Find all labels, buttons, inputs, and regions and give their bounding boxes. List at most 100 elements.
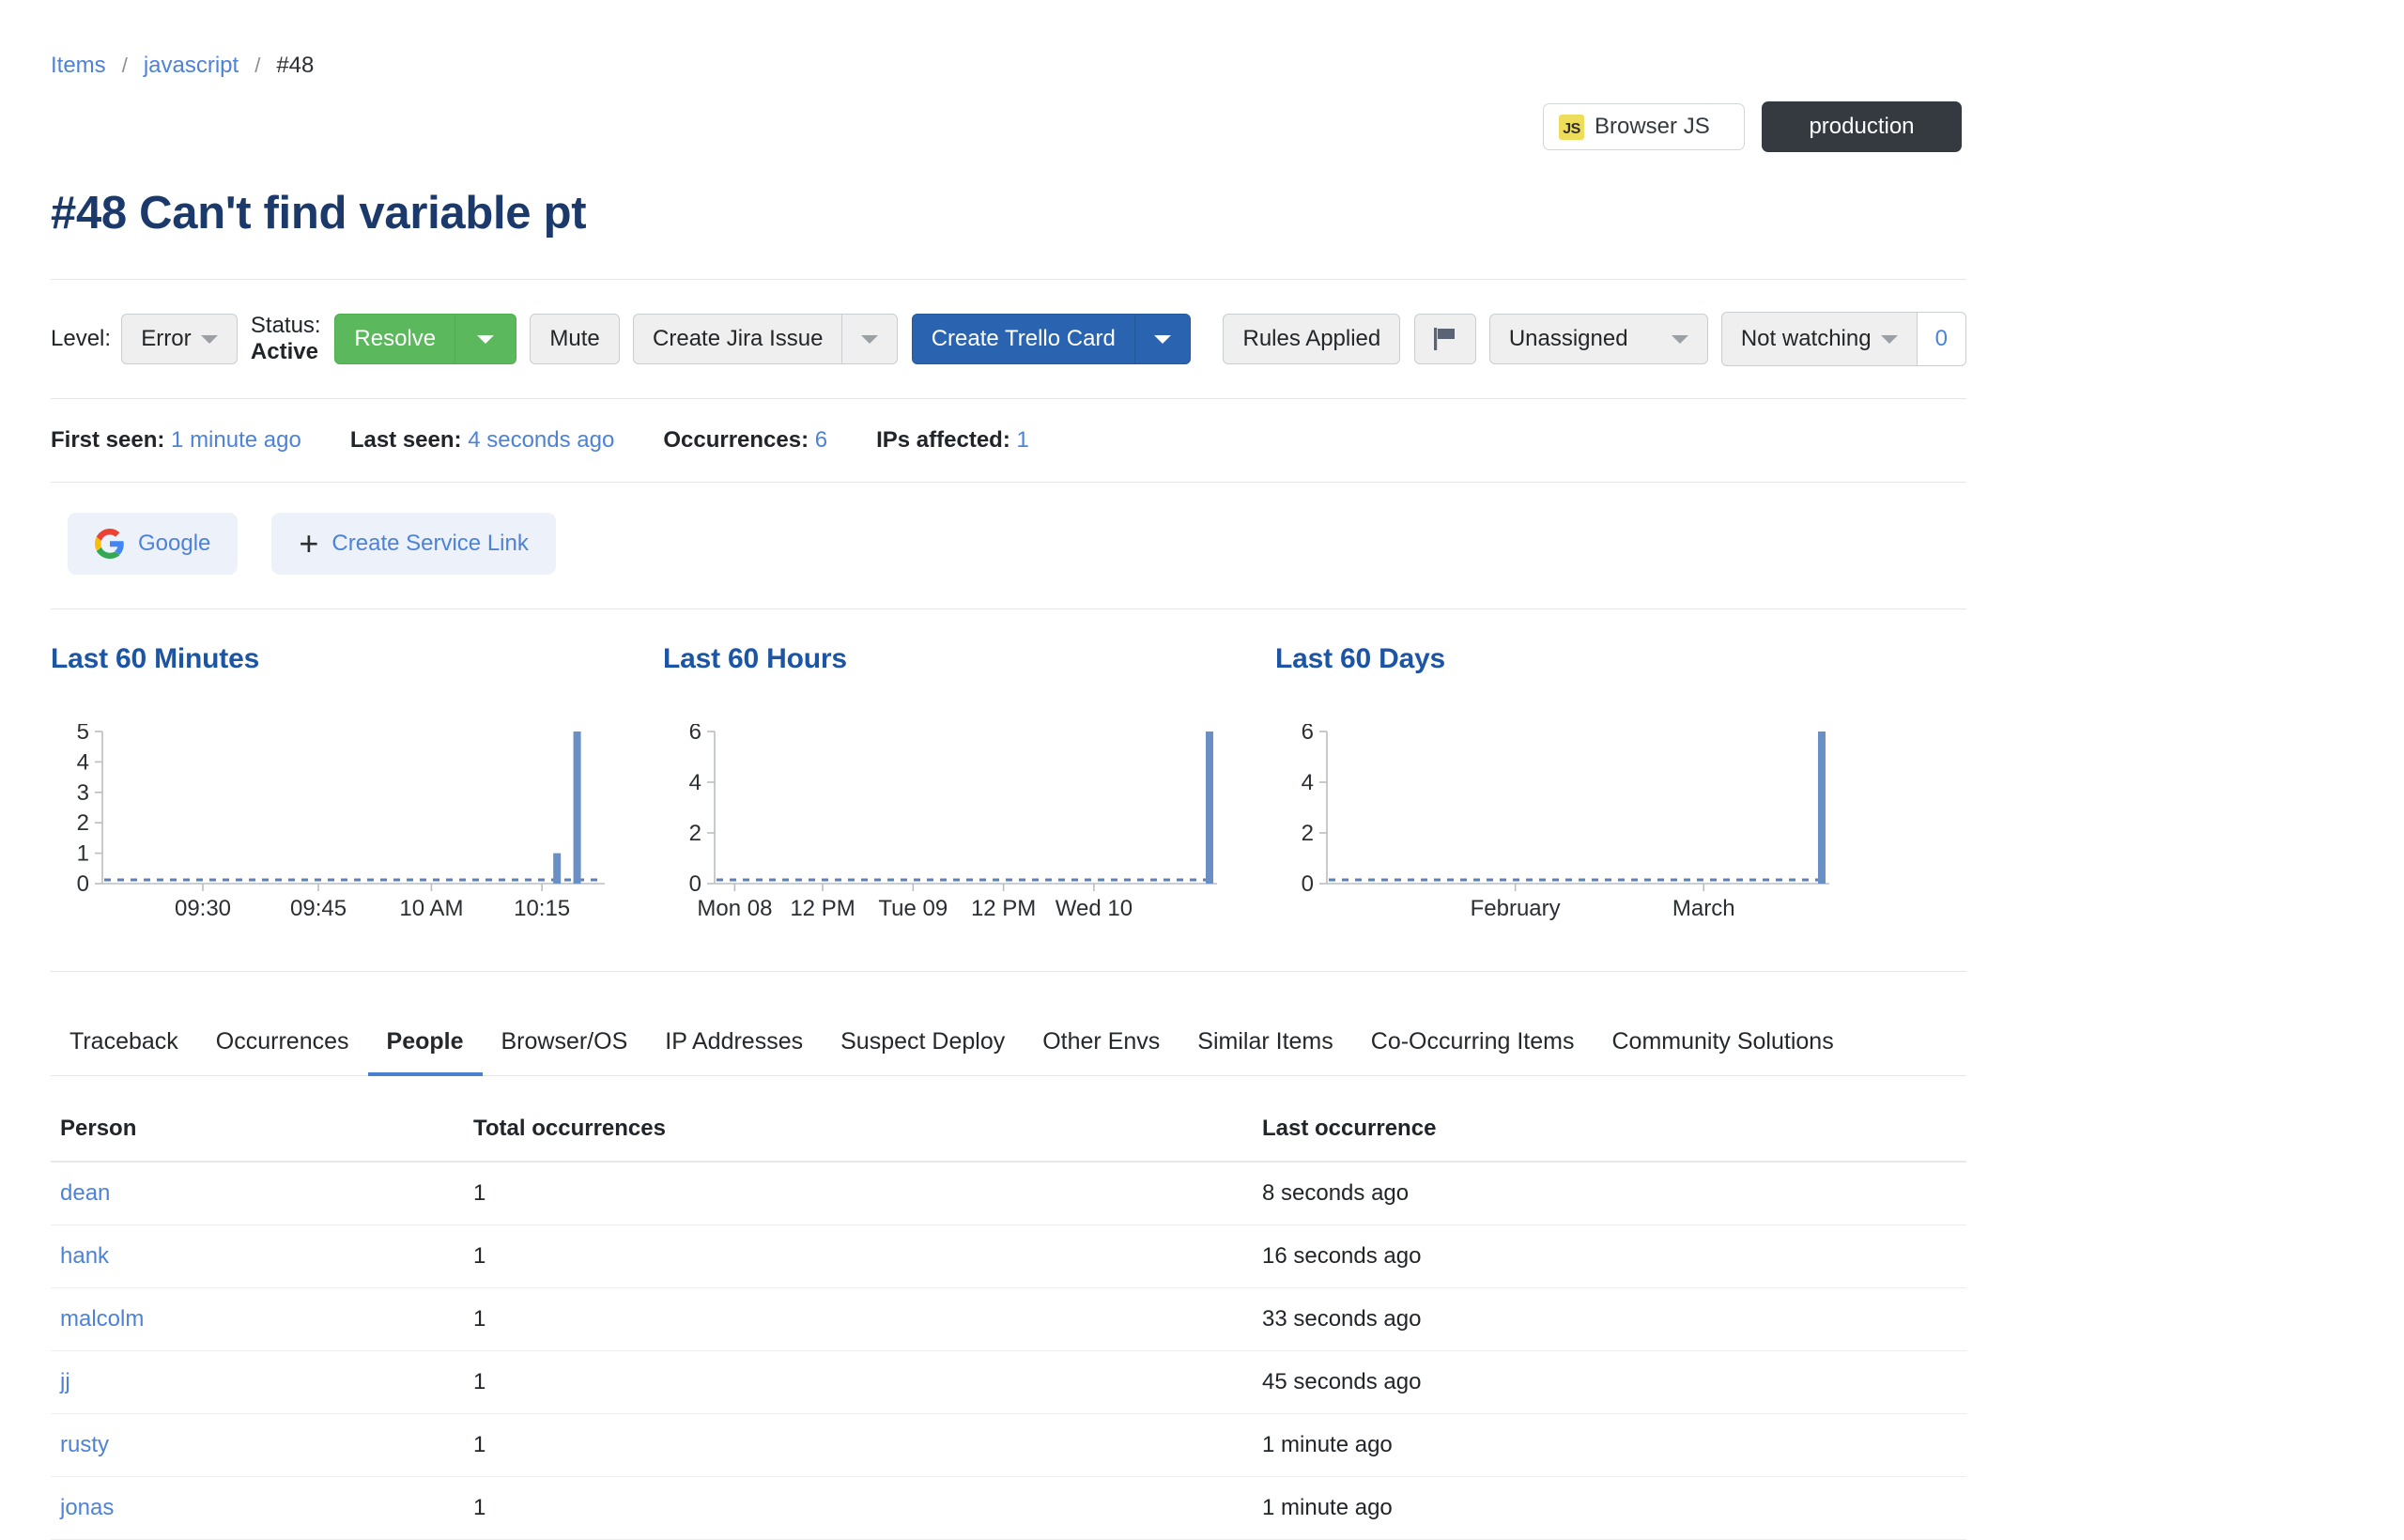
watcher-count[interactable]: 0: [1917, 312, 1966, 366]
person-link[interactable]: hank: [60, 1243, 109, 1269]
mute-button[interactable]: Mute: [530, 314, 620, 364]
level-select[interactable]: Error: [121, 314, 238, 364]
cell-last-occurrence: 8 seconds ago: [1253, 1162, 1966, 1225]
create-trello-card-button[interactable]: Create Trello Card: [911, 314, 1135, 364]
svg-text:09:45: 09:45: [290, 896, 347, 921]
platform-badge[interactable]: JS Browser JS: [1543, 103, 1745, 150]
cell-total-occurrences: 1: [464, 1224, 1253, 1288]
chart-title: Last 60 Days: [1275, 643, 1446, 674]
breadcrumb-separator: /: [121, 54, 128, 77]
chart-canvas[interactable]: 0 2 4 6 February March: [1275, 719, 1839, 931]
tab-other-envs[interactable]: Other Envs: [1024, 1015, 1179, 1076]
javascript-icon: JS: [1559, 114, 1584, 140]
svg-text:0: 0: [77, 871, 89, 897]
svg-text:2: 2: [77, 810, 89, 836]
resolve-button[interactable]: Resolve: [334, 314, 456, 364]
breadcrumb-item-project[interactable]: javascript: [144, 54, 239, 77]
chevron-down-icon: [1153, 334, 1171, 344]
rules-applied-button[interactable]: Rules Applied: [1223, 314, 1401, 364]
person-link[interactable]: malcolm: [60, 1306, 144, 1332]
breadcrumb-item-items[interactable]: Items: [51, 54, 106, 77]
trello-dropdown-toggle[interactable]: [1133, 314, 1191, 364]
tab-ip-addresses[interactable]: IP Addresses: [646, 1015, 822, 1076]
chart-canvas[interactable]: 0 1 2 3 4 5 09:30 09:45 10 AM 10:15: [51, 719, 614, 931]
svg-text:4: 4: [689, 770, 701, 795]
flag-button[interactable]: [1413, 314, 1476, 364]
svg-text:5: 5: [77, 724, 89, 745]
status-label: Status: Active: [251, 313, 324, 365]
person-link[interactable]: rusty: [60, 1432, 109, 1457]
create-jira-issue-button[interactable]: Create Jira Issue: [633, 314, 843, 364]
create-service-link-button[interactable]: + Create Service Link: [271, 513, 556, 575]
table-row: rusty 1 1 minute ago: [51, 1413, 1966, 1477]
ips-affected: IPs affected: 1: [876, 427, 1029, 454]
occurrences-value[interactable]: 6: [815, 427, 827, 453]
cell-last-occurrence: 1 minute ago: [1253, 1476, 1966, 1540]
tab-browser-os[interactable]: Browser/OS: [483, 1015, 647, 1076]
level-label: Level:: [51, 326, 112, 351]
badge-row: JS Browser JS production: [51, 101, 1966, 152]
tab-co-occurring-items[interactable]: Co-Occurring Items: [1352, 1015, 1594, 1076]
resolve-dropdown-toggle[interactable]: [455, 314, 517, 364]
flag-icon: [1433, 328, 1455, 350]
tab-traceback[interactable]: Traceback: [51, 1015, 197, 1076]
person-link[interactable]: dean: [60, 1180, 110, 1206]
last-seen: Last seen: 4 seconds ago: [350, 427, 615, 454]
breadcrumb-separator: /: [254, 54, 261, 77]
chevron-down-icon: [1671, 334, 1688, 344]
chart-canvas[interactable]: 0 2 4 6 Mon 08 12 PM Tue 09 12 PM Wed 10: [663, 719, 1226, 931]
cell-total-occurrences: 1: [464, 1350, 1253, 1414]
last-seen-value[interactable]: 4 seconds ago: [468, 427, 614, 453]
chevron-down-icon: [200, 334, 218, 344]
assignee-select[interactable]: Unassigned: [1488, 314, 1708, 364]
google-link-label: Google: [138, 531, 211, 556]
watch-status-select[interactable]: Not watching: [1720, 312, 1918, 366]
cell-last-occurrence: 33 seconds ago: [1253, 1287, 1966, 1351]
column-header-total-occurrences[interactable]: Total occurrences: [464, 1099, 1253, 1163]
watch-button-group: Not watching 0: [1720, 312, 1966, 366]
chart-title: Last 60 Hours: [663, 643, 847, 674]
cell-total-occurrences: 1: [464, 1476, 1253, 1540]
cell-last-occurrence: 45 seconds ago: [1253, 1350, 1966, 1414]
charts-row: Last 60 Minutes 0 1 2 3 4 5 09:30 09:45 10 AM 10:…: [51, 609, 1966, 945]
chart-title: Last 60 Minutes: [51, 643, 260, 674]
svg-text:2: 2: [689, 821, 701, 846]
last-seen-label: Last seen:: [349, 427, 462, 453]
first-seen-value[interactable]: 1 minute ago: [171, 427, 301, 453]
chevron-down-icon: [477, 334, 495, 344]
occurrences: Occurrences: 6: [663, 427, 827, 454]
table-header-row: Person Total occurrences Last occurrence: [51, 1099, 1966, 1163]
tab-similar-items[interactable]: Similar Items: [1179, 1015, 1351, 1076]
person-link[interactable]: jonas: [60, 1495, 114, 1520]
google-g-icon: [95, 529, 124, 559]
svg-text:February: February: [1471, 896, 1561, 921]
svg-text:0: 0: [689, 871, 701, 897]
google-link-button[interactable]: Google: [68, 513, 239, 575]
svg-text:10 AM: 10 AM: [399, 896, 463, 921]
jira-dropdown-toggle[interactable]: [841, 314, 899, 364]
platform-badge-label: Browser JS: [1595, 114, 1710, 139]
item-metadata: First seen: 1 minute ago Last seen: 4 se…: [51, 399, 1966, 482]
svg-text:4: 4: [1302, 770, 1314, 795]
svg-text:09:30: 09:30: [175, 896, 231, 921]
svg-text:March: March: [1672, 896, 1735, 921]
tab-suspect-deploy[interactable]: Suspect Deploy: [822, 1015, 1024, 1076]
cell-total-occurrences: 1: [464, 1162, 1253, 1225]
tab-occurrences[interactable]: Occurrences: [197, 1015, 368, 1076]
divider: [51, 971, 1966, 972]
trello-button-group: Create Trello Card: [911, 314, 1191, 364]
cell-last-occurrence: 16 seconds ago: [1253, 1224, 1966, 1288]
svg-text:1: 1: [77, 841, 89, 867]
person-link[interactable]: jj: [60, 1369, 70, 1394]
svg-text:10:15: 10:15: [514, 896, 570, 921]
environment-badge[interactable]: production: [1762, 101, 1962, 152]
tab-community-solutions[interactable]: Community Solutions: [1593, 1015, 1852, 1076]
cell-person: jonas: [51, 1476, 464, 1540]
column-header-last-occurrence[interactable]: Last occurrence: [1253, 1099, 1966, 1163]
svg-text:6: 6: [1302, 724, 1314, 745]
ips-affected-value[interactable]: 1: [1017, 427, 1029, 453]
column-header-person[interactable]: Person: [51, 1099, 464, 1163]
tab-people[interactable]: People: [367, 1015, 483, 1076]
svg-text:3: 3: [77, 780, 89, 806]
plus-icon: +: [299, 524, 319, 563]
